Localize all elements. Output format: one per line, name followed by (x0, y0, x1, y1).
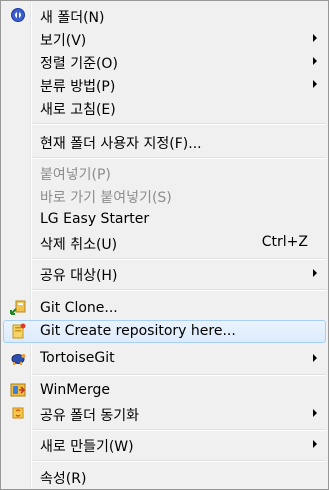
menu-item-sync-shared-folder[interactable]: 공유 폴더 동기화 (3, 402, 326, 425)
menu-item-git-clone[interactable]: Git Clone... (3, 297, 326, 320)
menu-item-lg-easy-starter[interactable]: LG Easy Starter (3, 208, 326, 231)
menu-item-label: 보기(V) (40, 33, 87, 49)
submenu-arrow-icon (313, 269, 317, 277)
menu-item-label: WinMerge (40, 382, 110, 398)
tortoisegit-icon (11, 354, 26, 365)
menu-separator (33, 460, 326, 462)
winmerge-icon (10, 383, 26, 397)
menu-item-winmerge[interactable]: WinMerge (3, 379, 326, 402)
git-clone-icon (10, 300, 26, 315)
menu-item-label: Git Create repository here... (40, 323, 236, 339)
menu-item-group-by[interactable]: 분류 방법(P) (3, 73, 326, 96)
menu-separator (33, 258, 326, 260)
menu-item-paste: 붙여넣기(P) (3, 161, 326, 184)
menu-item-properties[interactable]: 속성(R) (3, 465, 326, 488)
menu-item-view[interactable]: 보기(V) (3, 27, 326, 50)
menu-separator (33, 374, 326, 376)
menu-item-sort-by[interactable]: 정렬 기준(O) (3, 50, 326, 73)
menu-item-label: 현재 폴더 사용자 지정(F)... (40, 136, 202, 152)
menu-item-label: 바로 가기 붙여넣기(S) (40, 190, 172, 206)
menu-item-label: 분류 방법(P) (40, 79, 116, 95)
menu-item-shortcut: Ctrl+Z (261, 234, 308, 250)
menu-item-new-folder[interactable]: 새 폴더(N) (3, 4, 326, 27)
menu-item-refresh[interactable]: 새로 고침(E) (3, 96, 326, 119)
menu-item-label: 새로 고침(E) (40, 102, 116, 118)
submenu-arrow-icon (313, 34, 317, 42)
menu-separator (33, 429, 326, 431)
menu-item-git-create-repository[interactable]: Git Create repository here... (3, 320, 326, 343)
sync-folder-icon (12, 407, 24, 419)
menu-item-share-with[interactable]: 공유 대상(H) (3, 262, 326, 285)
new-folder-icon (11, 8, 25, 22)
submenu-arrow-icon (313, 409, 317, 417)
menu-item-label: 공유 폴더 동기화 (40, 408, 140, 424)
menu-item-new[interactable]: 새로 만들기(W) (3, 433, 326, 456)
menu-item-label: TortoiseGit (40, 350, 115, 366)
menu-item-label: 삭제 취소(U) (40, 237, 118, 253)
menu-item-label: LG Easy Starter (40, 211, 150, 227)
menu-item-label: Git Clone... (40, 300, 118, 316)
menu-item-label: 속성(R) (40, 471, 87, 487)
menu-item-label: 정렬 기준(O) (40, 56, 118, 72)
menu-item-paste-shortcut: 바로 가기 붙여넣기(S) (3, 184, 326, 207)
menu-separator (33, 289, 326, 291)
menu-item-tortoisegit[interactable]: TortoiseGit (3, 347, 326, 370)
submenu-arrow-icon (313, 57, 317, 65)
menu-item-label: 붙여넣기(P) (40, 167, 111, 183)
menu-separator (33, 157, 326, 159)
menu-separator (33, 123, 326, 125)
git-create-repo-icon (12, 323, 26, 339)
menu-item-undo-delete[interactable]: 삭제 취소(U) Ctrl+Z (3, 231, 326, 254)
menu-item-label: 공유 대상(H) (40, 268, 118, 284)
menu-item-customize-folder[interactable]: 현재 폴더 사용자 지정(F)... (3, 130, 326, 153)
menu-item-label: 새로 만들기(W) (40, 439, 134, 455)
menu-item-label: 새 폴더(N) (40, 10, 105, 26)
submenu-arrow-icon (313, 80, 317, 88)
submenu-arrow-icon (313, 440, 317, 448)
context-menu: 새 폴더(N) 보기(V) 정렬 기준(O) 분류 방법(P) 새로 고침(E)… (0, 0, 329, 490)
submenu-arrow-icon (313, 354, 317, 362)
